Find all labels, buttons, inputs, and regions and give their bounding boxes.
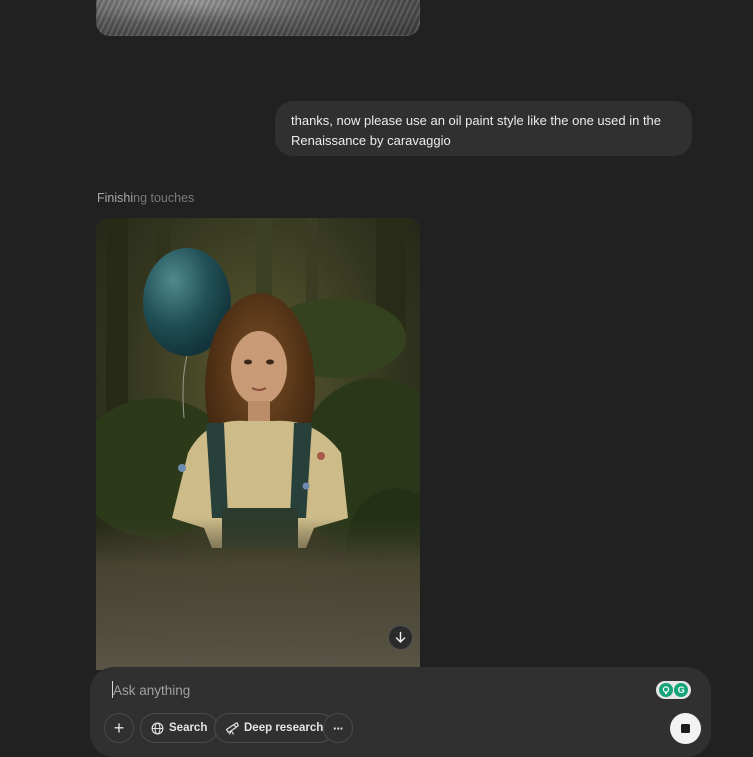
generated-painting <box>96 218 420 670</box>
search-button[interactable]: Search <box>140 713 219 743</box>
text-caret <box>112 681 113 698</box>
telescope-icon <box>225 721 239 735</box>
arrow-down-icon <box>395 631 406 643</box>
message-composer <box>90 667 711 757</box>
status-text-strong: Finishi <box>97 191 134 205</box>
globe-icon <box>151 722 164 734</box>
more-dots-icon: ··· <box>333 720 344 736</box>
search-button-label: Search <box>169 722 208 734</box>
stop-icon <box>681 724 690 733</box>
more-options-button[interactable]: ··· <box>323 713 353 743</box>
deep-research-button-label: Deep research <box>244 722 324 734</box>
extension-badge[interactable]: G <box>656 681 691 699</box>
deep-research-button[interactable]: Deep research <box>214 713 335 743</box>
stop-generating-button[interactable] <box>670 713 701 744</box>
download-button[interactable] <box>388 625 413 650</box>
prompt-input[interactable] <box>110 678 616 702</box>
user-message-bubble: thanks, now please use an oil paint styl… <box>275 101 692 156</box>
add-button[interactable]: + <box>104 713 134 743</box>
generated-image[interactable] <box>96 218 420 670</box>
user-message-text: thanks, now please use an oil paint styl… <box>291 113 662 148</box>
generation-status: Finishing touches <box>97 191 194 205</box>
status-text-faded: ng touches <box>133 191 195 205</box>
previous-generated-image[interactable] <box>96 0 420 36</box>
grammarly-icon: G <box>674 683 689 697</box>
plus-icon: + <box>113 718 125 738</box>
lightbulb-icon <box>658 683 673 697</box>
